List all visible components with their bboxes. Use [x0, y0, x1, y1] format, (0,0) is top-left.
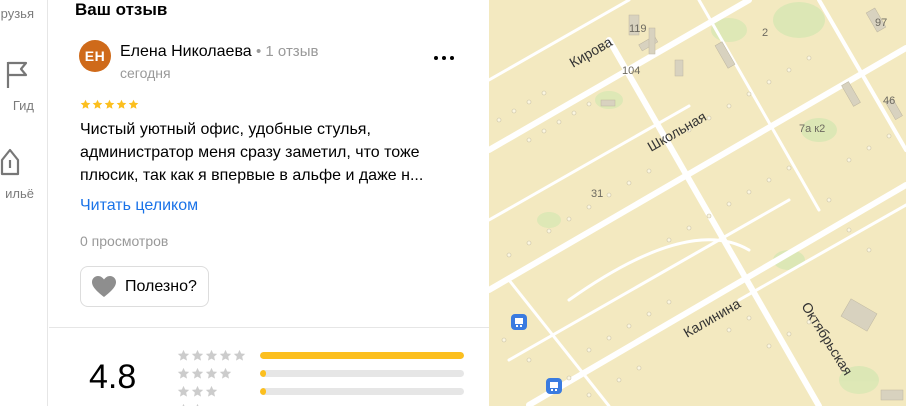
read-full-review-link[interactable]: Читать целиком	[80, 196, 198, 216]
avatar-initials: ЕН	[84, 48, 106, 64]
rail-item-guide[interactable]: Гид	[0, 58, 47, 118]
distribution-bar-fill	[260, 370, 267, 377]
author-review-count: • 1 отзыв	[256, 43, 319, 60]
house-number: 119	[629, 23, 647, 35]
star-icon	[219, 349, 232, 361]
star-icon	[177, 385, 190, 397]
review-text-line: плюсик, так как я впервые в альфе и даже…	[80, 167, 424, 184]
rail-item-guide-label: Гид	[12, 98, 34, 113]
helpful-label: Полезно?	[125, 277, 197, 295]
star-icon	[233, 349, 246, 361]
review-text: Чистый уютный офис, удобные стулья, адми…	[80, 118, 466, 187]
distribution-stars	[177, 367, 232, 380]
rail-item-friends[interactable]: рузья	[0, 0, 47, 60]
avatar[interactable]: ЕН	[79, 40, 111, 72]
star-icon	[205, 349, 218, 361]
star-icon	[92, 99, 103, 109]
distribution-stars	[177, 385, 218, 398]
guide-flag-icon	[0, 58, 40, 97]
more-options-button[interactable]	[429, 46, 459, 70]
rating-distribution-row	[177, 367, 467, 381]
star-icon	[219, 367, 232, 379]
views-count: 0 просмотров	[80, 233, 169, 249]
author-name[interactable]: Елена Николаева	[120, 42, 252, 62]
review-panel: Ваш отзыв ЕН Елена Николаева • 1 отзыв с…	[49, 0, 489, 406]
star-icon	[116, 99, 127, 109]
distribution-bar-fill	[260, 388, 267, 395]
review-date: сегодня	[120, 65, 171, 81]
rail-item-friends-label: рузья	[0, 6, 34, 21]
star-icon	[177, 367, 190, 379]
street-label: Кирова	[567, 33, 616, 70]
bus-stop-icon[interactable]	[546, 378, 562, 394]
housing-icon	[0, 146, 40, 185]
star-icon	[205, 367, 218, 379]
star-icon	[191, 367, 204, 379]
rating-distribution-row	[177, 385, 467, 399]
divider	[49, 327, 489, 328]
house-number: 2	[762, 27, 768, 39]
map[interactable]: Кирова Школьная Калинина Октябрьская 119…	[489, 0, 906, 406]
distribution-bar	[260, 388, 464, 395]
house-number: 97	[875, 17, 887, 29]
house-number: 31	[591, 188, 603, 200]
rail-item-housing-label: ильё	[5, 186, 34, 201]
review-text-line: администратор меня сразу заметил, что то…	[80, 144, 420, 161]
house-number: 46	[883, 95, 895, 107]
house-number: 7а к2	[799, 123, 825, 135]
house-number: 104	[622, 65, 640, 77]
section-title: Ваш отзыв	[75, 0, 168, 19]
distribution-bar-fill	[260, 352, 464, 359]
helpful-button[interactable]: Полезно?	[80, 266, 209, 307]
map-canvas[interactable]: Кирова Школьная Калинина Октябрьская 119…	[489, 0, 906, 406]
star-icon	[128, 99, 139, 109]
overall-rating-value: 4.8	[89, 358, 137, 396]
star-icon	[177, 349, 190, 361]
more-dots-icon	[434, 56, 454, 60]
review-text-line: Чистый уютный офис, удобные стулья,	[80, 121, 371, 138]
rating-distribution-row	[177, 349, 467, 363]
star-icon	[191, 349, 204, 361]
street-label: Калинина	[681, 295, 744, 340]
left-navigation-rail: рузья Гид ильё	[0, 0, 48, 406]
review-rating-stars	[80, 99, 139, 111]
star-icon	[104, 99, 115, 109]
distribution-bar	[260, 352, 464, 359]
star-icon	[191, 385, 204, 397]
rail-item-housing[interactable]: ильё	[0, 146, 47, 206]
distribution-stars	[177, 349, 246, 362]
star-icon	[80, 99, 91, 109]
distribution-bar	[260, 370, 464, 377]
bus-stop-icon[interactable]	[511, 314, 527, 330]
star-icon	[205, 385, 218, 397]
heart-icon	[92, 275, 116, 297]
